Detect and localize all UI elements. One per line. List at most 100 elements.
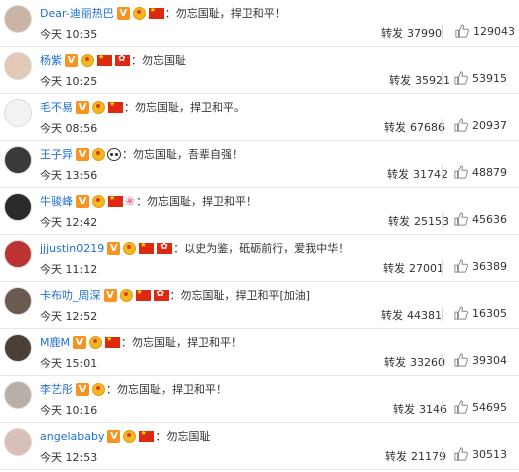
like-button[interactable]: 39304 xyxy=(454,353,507,367)
repost-label: 转发 xyxy=(381,309,403,322)
china-flag-icon xyxy=(108,194,123,207)
medal-icon xyxy=(91,100,105,114)
like-button[interactable]: 20937 xyxy=(454,118,507,132)
comment-row: angelababyV ：勿忘国耻今天 12:53 转发 21179 30513 xyxy=(0,423,519,470)
comment-time: 今天 15:01 xyxy=(40,357,98,370)
verified-v-icon: V xyxy=(107,241,121,255)
avatar[interactable] xyxy=(4,52,32,80)
repost-button[interactable]: 转发 37990 xyxy=(381,25,442,41)
comment-row: 李艺彤 V ：勿忘国耻，捍卫和平！ 今天 10:16 转发 3146 54695 xyxy=(0,376,519,423)
user-name-link[interactable]: angelababy xyxy=(40,430,104,443)
thumbs-up-icon xyxy=(454,353,468,367)
thumbs-up-icon xyxy=(455,24,469,38)
like-button[interactable]: 54695 xyxy=(454,400,507,414)
comment-row: jjjustin0219V ：以史为鉴，砥砺前行，爱我中华！ 今天 11:12 转发 2… xyxy=(0,235,519,282)
hong-kong-flag-icon xyxy=(115,54,130,66)
repost-button[interactable]: 转发 44381 xyxy=(381,307,442,323)
avatar[interactable] xyxy=(4,287,32,315)
comment-text: ：勿忘国耻，捍卫和平[加油] xyxy=(169,289,311,302)
comment-header: 王子异 V ：勿忘国耻，吾辈自强！ xyxy=(40,145,243,163)
thumbs-up-icon xyxy=(454,165,468,179)
comment-header: M鹿MV ：勿忘国耻，捍卫和平！ xyxy=(40,333,242,351)
like-button[interactable]: 36389 xyxy=(454,259,507,273)
user-name-link[interactable]: 牛骏峰 xyxy=(40,193,73,209)
avatar[interactable] xyxy=(4,334,32,362)
china-flag-icon xyxy=(104,335,120,348)
comment-list: Dear-迪丽热巴V：勿忘国耻，捍卫和平！今天 10:35转发379901290… xyxy=(0,0,519,472)
avatar[interactable] xyxy=(4,428,32,456)
comment-time: 今天 08:56 xyxy=(40,122,98,135)
avatar[interactable] xyxy=(4,193,32,221)
verified-v-icon: V xyxy=(65,53,78,67)
user-name-link[interactable]: M鹿M xyxy=(40,334,70,350)
medal-icon xyxy=(80,53,94,67)
like-count: 45636 xyxy=(472,212,507,226)
comment-row: Dear-迪丽热巴V ：勿忘国耻，捍卫和平！ 今天 10:35 转发 37990 1290… xyxy=(0,0,519,47)
china-flag-icon xyxy=(139,241,155,254)
repost-button[interactable]: 转发 27001 xyxy=(383,260,444,276)
repost-count: 35921 xyxy=(415,74,450,87)
comment-text: ：以史为鉴，砥砺前行，爱我中华！ xyxy=(173,242,350,255)
action-divider xyxy=(442,72,443,86)
repost-button[interactable]: 转发 21179 xyxy=(385,448,446,464)
user-name-link[interactable]: Dear-迪丽热巴 xyxy=(40,5,114,21)
like-button[interactable]: 45636 xyxy=(454,212,507,226)
user-name-link[interactable]: 卡布叻_周深 xyxy=(40,287,101,303)
repost-label: 转发 xyxy=(383,262,405,275)
like-count: 36389 xyxy=(472,259,507,273)
repost-button[interactable]: 转发 67686 xyxy=(384,119,445,135)
user-name-link[interactable]: jjjustin0219 xyxy=(40,242,104,255)
repost-label: 转发 xyxy=(387,168,409,181)
comment-time: 今天 10:16 xyxy=(40,404,98,417)
action-divider xyxy=(442,119,443,133)
like-button[interactable]: 16305 xyxy=(454,306,507,320)
repost-button[interactable]: 转发 25153 xyxy=(388,213,449,229)
comment-header: 杨紫V ：勿忘国耻 xyxy=(40,51,186,69)
comment-text: ：勿忘国耻，捍卫和平！ xyxy=(164,7,286,20)
action-divider xyxy=(442,260,443,274)
comment-time: 今天 10:25 xyxy=(40,75,98,88)
avatar[interactable] xyxy=(4,381,32,409)
like-button[interactable]: 48879 xyxy=(454,165,507,179)
action-divider xyxy=(442,307,443,321)
repost-label: 转发 xyxy=(388,215,410,228)
repost-label: 转发 xyxy=(384,121,406,134)
china-flag-icon xyxy=(139,429,155,442)
avatar[interactable] xyxy=(4,146,32,174)
repost-count: 27001 xyxy=(409,262,444,275)
medal-icon xyxy=(122,241,137,255)
medal-icon xyxy=(91,194,105,208)
action-divider xyxy=(442,213,443,227)
like-button[interactable]: 129043 xyxy=(455,24,515,38)
user-name-link[interactable]: 王子异 xyxy=(40,146,73,162)
comment-time: 今天 12:52 xyxy=(40,310,98,323)
repost-count: 37990 xyxy=(407,27,442,40)
comment-text: ：勿忘国耻，捍卫和平！ xyxy=(120,336,242,349)
china-flag-icon xyxy=(135,288,151,301)
like-count: 129043 xyxy=(473,24,515,38)
repost-label: 转发 xyxy=(384,356,406,369)
repost-button[interactable]: 转发 33260 xyxy=(384,354,445,370)
comment-header: Dear-迪丽热巴V ：勿忘国耻，捍卫和平！ xyxy=(40,4,286,22)
china-flag-icon xyxy=(108,100,123,113)
thumbs-up-icon xyxy=(454,118,468,132)
comment-header: jjjustin0219V ：以史为鉴，砥砺前行，爱我中华！ xyxy=(40,239,349,257)
user-name-link[interactable]: 李艺彤 xyxy=(40,381,73,397)
avatar[interactable] xyxy=(4,99,32,127)
repost-count: 67686 xyxy=(410,121,445,134)
thumbs-up-icon xyxy=(454,400,468,414)
repost-button[interactable]: 转发 31742 xyxy=(387,166,448,182)
avatar[interactable] xyxy=(4,5,32,33)
repost-button[interactable]: 转发 3146 xyxy=(393,401,447,417)
repost-button[interactable]: 转发 35921 xyxy=(389,72,450,88)
medal-icon xyxy=(88,335,102,349)
like-button[interactable]: 30513 xyxy=(454,447,507,461)
like-button[interactable]: 53915 xyxy=(454,71,507,85)
avatar[interactable] xyxy=(4,240,32,268)
hong-kong-flag-icon xyxy=(157,242,173,254)
user-name-link[interactable]: 杨紫 xyxy=(40,52,62,68)
like-count: 16305 xyxy=(472,306,507,320)
hong-kong-flag-icon xyxy=(153,289,169,301)
like-count: 48879 xyxy=(472,165,507,179)
user-name-link[interactable]: 毛不易 xyxy=(40,99,73,115)
